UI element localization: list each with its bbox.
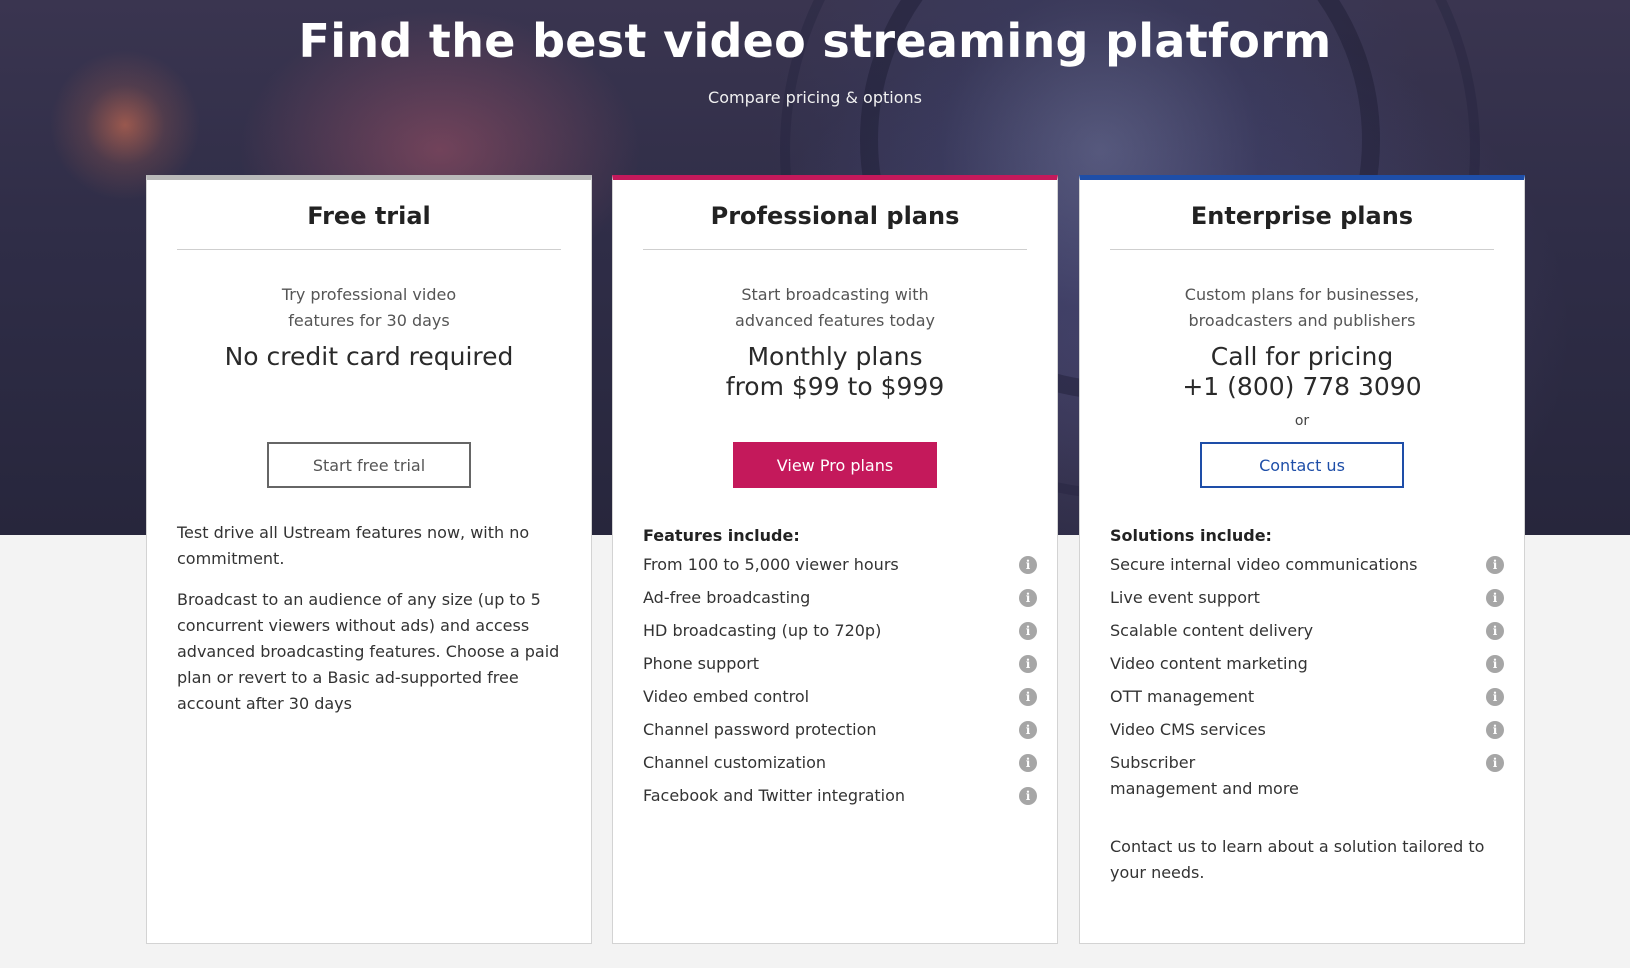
info-icon[interactable]: i	[1486, 556, 1504, 574]
description-line: features for 30 days	[288, 311, 450, 330]
info-icon[interactable]: i	[1019, 787, 1037, 805]
or-separator: or	[1294, 413, 1310, 429]
list-item: From 100 to 5,000 viewer hours i	[643, 552, 1037, 578]
feature-label: From 100 to 5,000 viewer hours	[643, 555, 899, 574]
list-item: Scalable content delivery i	[1110, 618, 1504, 644]
start-free-trial-button[interactable]: Start free trial	[267, 442, 471, 488]
page-title: Find the best video streaming platform	[298, 14, 1332, 68]
card-description: Try professional video features for 30 d…	[177, 282, 561, 334]
info-icon[interactable]: i	[1486, 622, 1504, 640]
description-line: Start broadcasting with	[741, 285, 929, 304]
list-item: Live event support i	[1110, 585, 1504, 611]
list-item: Secure internal video communications i	[1110, 552, 1504, 578]
solution-label: Live event support	[1110, 588, 1260, 607]
contact-us-button[interactable]: Contact us	[1200, 442, 1404, 488]
info-icon[interactable]: i	[1486, 721, 1504, 739]
list-item: Channel password protection i	[643, 717, 1037, 743]
info-icon[interactable]: i	[1019, 688, 1037, 706]
list-item: Video embed control i	[643, 684, 1037, 710]
features-list: From 100 to 5,000 viewer hours i Ad-free …	[643, 552, 1037, 816]
free-trial-card: Free trial Try professional video featur…	[146, 175, 592, 944]
feature-label: Channel customization	[643, 753, 826, 772]
description-line: advanced features today	[735, 311, 935, 330]
info-icon[interactable]: i	[1486, 754, 1504, 772]
list-item: Facebook and Twitter integration i	[643, 783, 1037, 809]
solutions-list: Secure internal video communications i Li…	[1110, 552, 1504, 809]
list-item: OTT management i	[1110, 684, 1504, 710]
solution-label: Video CMS services	[1110, 720, 1266, 739]
list-item: Video content marketing i	[1110, 651, 1504, 677]
card-description: Custom plans for businesses, broadcaster…	[1110, 282, 1494, 334]
feature-label: Channel password protection	[643, 720, 877, 739]
feature-label: Facebook and Twitter integration	[643, 786, 906, 805]
card-description: Start broadcasting with advanced feature…	[643, 282, 1027, 334]
info-icon[interactable]: i	[1019, 622, 1037, 640]
phone-number: +1 (800) 778 3090	[1182, 372, 1422, 401]
list-item: Ad-free broadcasting i	[643, 585, 1037, 611]
details-paragraph: Test drive all Ustream features now, wit…	[177, 523, 530, 568]
details-paragraph: Broadcast to an audience of any size (up…	[177, 590, 560, 713]
feature-label: Video embed control	[643, 687, 810, 706]
page-subtitle: Compare pricing & options	[708, 88, 922, 107]
list-item: Phone support i	[643, 651, 1037, 677]
solution-label: OTT management	[1110, 687, 1255, 706]
card-price: Monthly plans from $99 to $999	[633, 342, 1037, 402]
view-pro-plans-button[interactable]: View Pro plans	[733, 442, 937, 488]
professional-plans-card: Professional plans Start broadcasting wi…	[612, 175, 1058, 944]
price-line: Call for pricing	[1210, 342, 1394, 371]
list-item: Channel customization i	[643, 750, 1037, 776]
description-line: Custom plans for businesses,	[1184, 285, 1420, 304]
solution-label: Secure internal video communications	[1110, 555, 1418, 574]
free-trial-details: Test drive all Ustream features now, wit…	[177, 520, 561, 732]
features-heading: Features include:	[643, 526, 800, 545]
info-icon[interactable]: i	[1486, 589, 1504, 607]
card-title: Professional plans	[643, 202, 1027, 250]
card-title: Enterprise plans	[1110, 202, 1494, 250]
price-line: from $99 to $999	[725, 372, 945, 401]
card-title: Free trial	[177, 202, 561, 250]
info-icon[interactable]: i	[1019, 556, 1037, 574]
feature-label: Phone support	[643, 654, 760, 673]
feature-label: Ad-free broadcasting	[643, 588, 811, 607]
card-price: Call for pricing +1 (800) 778 3090	[1100, 342, 1504, 402]
list-item: HD broadcasting (up to 720p) i	[643, 618, 1037, 644]
info-icon[interactable]: i	[1019, 754, 1037, 772]
card-price: No credit card required	[224, 342, 514, 371]
list-item: Subscriber management and more i	[1110, 750, 1504, 802]
solution-label: Scalable content delivery	[1110, 621, 1314, 640]
info-icon[interactable]: i	[1019, 721, 1037, 739]
info-icon[interactable]: i	[1019, 655, 1037, 673]
enterprise-note: Contact us to learn about a solution tai…	[1110, 837, 1485, 882]
info-icon[interactable]: i	[1019, 589, 1037, 607]
list-item: Video CMS services i	[1110, 717, 1504, 743]
info-icon[interactable]: i	[1486, 655, 1504, 673]
enterprise-plans-card: Enterprise plans Custom plans for busine…	[1079, 175, 1525, 944]
solutions-heading: Solutions include:	[1110, 526, 1272, 545]
description-line: Try professional video	[281, 285, 457, 304]
description-line: broadcasters and publishers	[1188, 311, 1416, 330]
info-icon[interactable]: i	[1486, 688, 1504, 706]
solution-label: Video content marketing	[1110, 654, 1308, 673]
price-line: Monthly plans	[747, 342, 923, 371]
feature-label: HD broadcasting (up to 720p)	[643, 621, 882, 640]
solution-label: Subscriber management and more	[1110, 753, 1299, 798]
